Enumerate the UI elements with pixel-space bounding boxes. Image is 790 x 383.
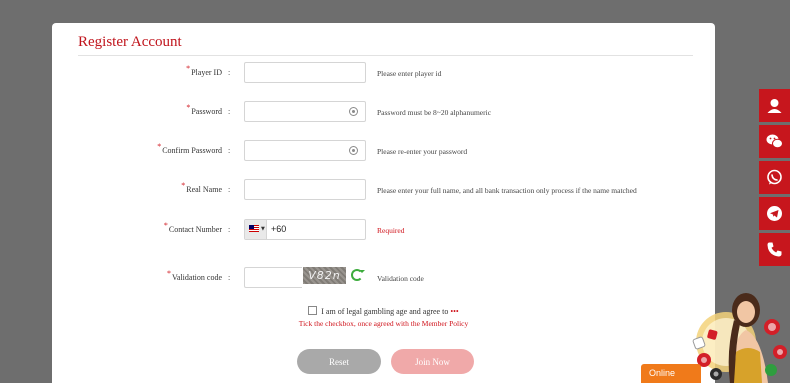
real-name-input[interactable] bbox=[244, 179, 366, 200]
country-code: +60 bbox=[271, 224, 287, 234]
phone-icon bbox=[767, 242, 782, 257]
colon: : bbox=[228, 273, 231, 282]
contact-number-label: *Contact Number bbox=[163, 221, 222, 234]
required-mark: * bbox=[181, 181, 186, 190]
refresh-captcha-icon[interactable] bbox=[351, 269, 365, 281]
colon: : bbox=[228, 107, 231, 116]
online-chat-tab[interactable]: Online bbox=[641, 364, 701, 383]
show-confirm-password-icon[interactable] bbox=[349, 146, 358, 155]
phone-button[interactable] bbox=[759, 233, 790, 266]
customer-service-button[interactable] bbox=[759, 89, 790, 122]
member-policy-link[interactable]: ••• bbox=[450, 307, 458, 316]
malaysia-flag-icon bbox=[249, 225, 259, 232]
required-mark: * bbox=[167, 269, 172, 278]
register-panel: Register Account *Player ID : Please ent… bbox=[52, 23, 715, 383]
required-mark: * bbox=[186, 64, 191, 73]
casino-promo-art bbox=[692, 293, 787, 383]
wechat-icon bbox=[766, 134, 783, 149]
agreement-text: I am of legal gambling age and agree to bbox=[321, 307, 449, 316]
contact-number-input[interactable]: ▼ +60 bbox=[244, 219, 366, 240]
player-id-input[interactable] bbox=[244, 62, 366, 83]
required-mark: * bbox=[186, 103, 191, 112]
agreement-row: I am of legal gambling age and agree to … bbox=[52, 306, 715, 320]
colon: : bbox=[228, 146, 231, 155]
whatsapp-icon bbox=[767, 169, 782, 185]
customer-service-icon bbox=[767, 99, 782, 113]
player-id-row: *Player ID : Please enter player id bbox=[52, 62, 715, 84]
password-label: *Password bbox=[186, 103, 222, 116]
telegram-icon bbox=[767, 206, 782, 221]
password-row: *Password : Password must be 8~20 alphan… bbox=[52, 101, 715, 123]
confirm-password-input[interactable] bbox=[244, 140, 366, 161]
agreement-warning: Tick the checkbox, once agreed with the … bbox=[298, 319, 469, 328]
password-hint: Password must be 8~20 alphanumeric bbox=[377, 108, 492, 117]
show-password-icon[interactable] bbox=[349, 107, 358, 116]
contact-number-row: *Contact Number : ▼ +60 Required bbox=[52, 219, 715, 241]
reset-button[interactable]: Reset bbox=[297, 349, 381, 374]
colon: : bbox=[228, 68, 231, 77]
contact-number-hint: Required bbox=[377, 226, 405, 235]
player-id-hint: Please enter player id bbox=[377, 69, 442, 78]
join-now-button[interactable]: Join Now bbox=[391, 349, 474, 374]
telegram-button[interactable] bbox=[759, 197, 790, 230]
captcha-image: V82n bbox=[303, 267, 346, 284]
wechat-button[interactable] bbox=[759, 125, 790, 158]
validation-code-hint: Validation code bbox=[377, 274, 424, 283]
caret-down-icon: ▼ bbox=[261, 226, 265, 232]
confirm-password-label: *Confirm Password bbox=[157, 142, 222, 155]
confirm-password-hint: Please re-enter your password bbox=[377, 147, 468, 156]
page-title: Register Account bbox=[78, 34, 182, 50]
required-mark: * bbox=[163, 221, 168, 230]
colon: : bbox=[228, 185, 231, 194]
password-input[interactable] bbox=[244, 101, 366, 122]
whatsapp-button[interactable] bbox=[759, 161, 790, 194]
colon: : bbox=[228, 225, 231, 234]
required-mark: * bbox=[157, 142, 162, 151]
validation-code-input[interactable] bbox=[244, 267, 302, 288]
title-divider bbox=[78, 55, 693, 56]
validation-code-row: *Validation code : V82n Validation code bbox=[52, 267, 715, 289]
real-name-row: *Real Name : Please enter your full name… bbox=[52, 179, 715, 201]
player-id-label: *Player ID bbox=[186, 64, 222, 77]
real-name-hint: Please enter your full name, and all ban… bbox=[377, 186, 637, 195]
confirm-password-row: *Confirm Password : Please re-enter your… bbox=[52, 140, 715, 162]
agree-checkbox[interactable] bbox=[308, 306, 318, 315]
country-code-dropdown[interactable]: ▼ bbox=[245, 220, 267, 239]
validation-code-label: *Validation code bbox=[167, 269, 222, 282]
real-name-label: *Real Name bbox=[181, 181, 222, 194]
